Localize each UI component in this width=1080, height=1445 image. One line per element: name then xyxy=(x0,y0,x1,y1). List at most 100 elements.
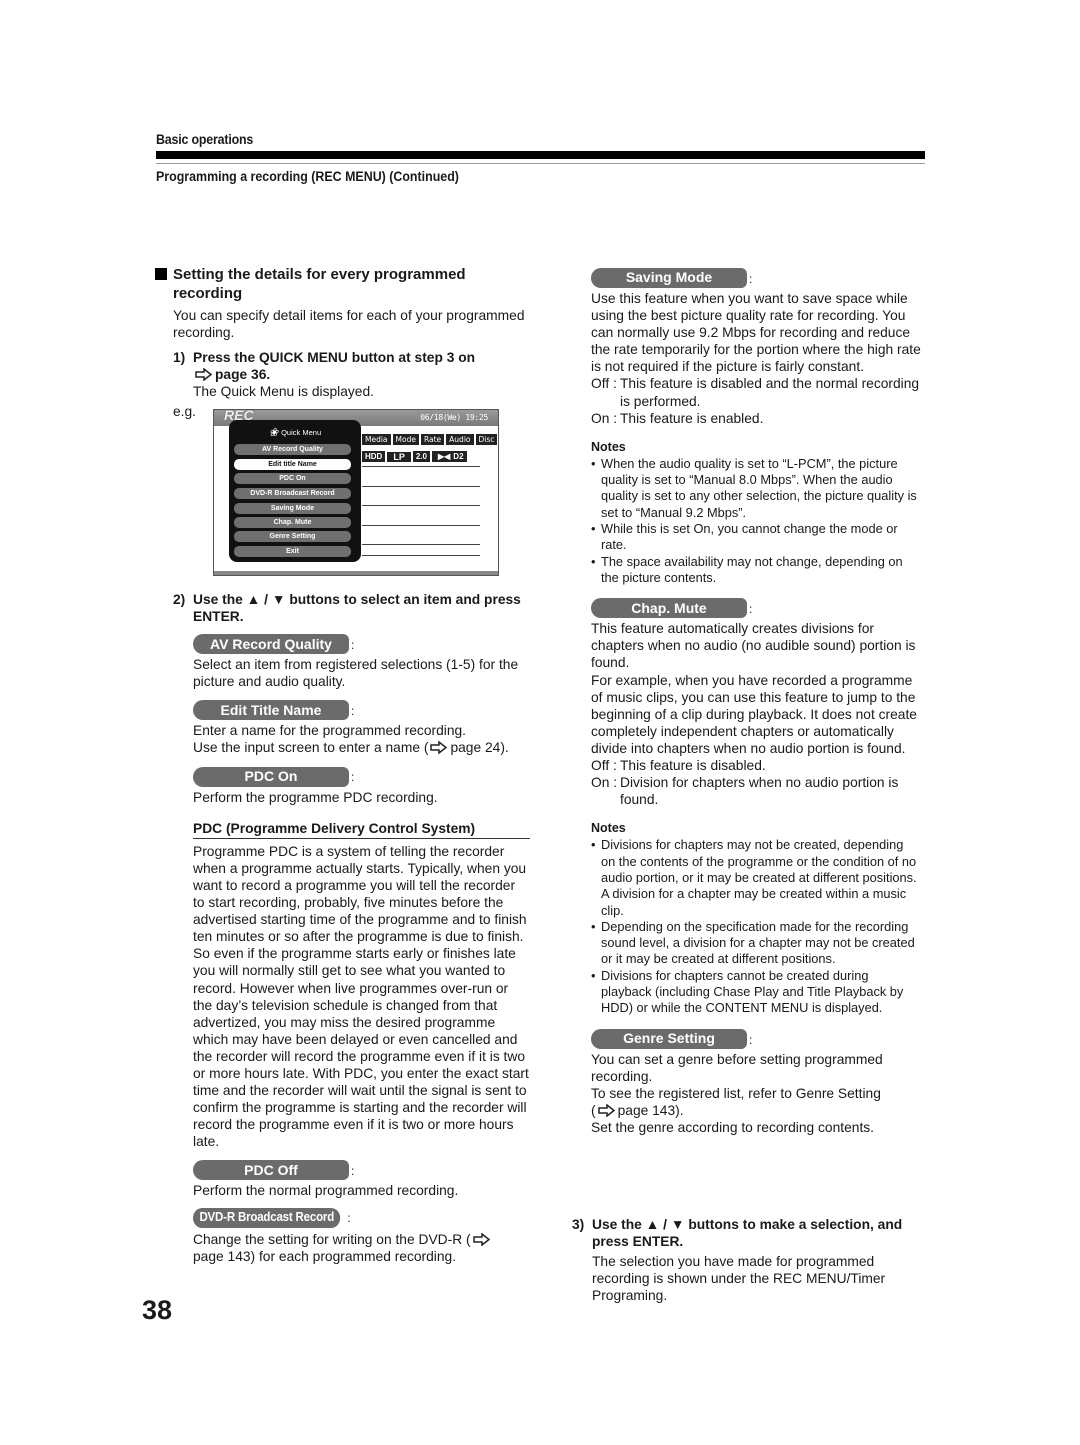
option-description: Use this feature when you want to save s… xyxy=(591,291,921,375)
value-text: Division for chapters when no audio port… xyxy=(620,775,899,808)
option-description: This feature automatically creates divis… xyxy=(591,621,916,671)
option-on-value: On : This feature is enabled. xyxy=(591,410,921,427)
value-text: This feature is disabled and the normal … xyxy=(620,376,920,409)
notes-title: Notes xyxy=(591,821,626,836)
option-off-value: Off : This feature is disabled and the no… xyxy=(591,375,921,409)
quick-menu-item-pdc-on[interactable]: PDC On xyxy=(234,473,351,484)
screen-row-line xyxy=(362,486,480,487)
option-on-value: On : Division for chapters when no audio … xyxy=(591,774,921,808)
step-1-text: Press the QUICK MENU button at step 3 on… xyxy=(193,349,475,383)
left-column-lower: 2) Use the ▲ / ▼ buttons to select an it… xyxy=(173,591,530,1265)
ref-prefix: ( xyxy=(591,1102,596,1118)
quick-menu-item-av-record-quality[interactable]: AV Record Quality xyxy=(234,444,351,455)
step-number: 2) xyxy=(173,592,186,607)
page-reference-arrow-icon xyxy=(472,1232,490,1246)
quick-menu-item-genre-setting[interactable]: Genre Setting xyxy=(234,531,351,542)
quick-menu-item-exit[interactable]: Exit xyxy=(234,546,351,557)
column-audio: Audio xyxy=(446,434,474,445)
option-genre-setting: Genre Setting: xyxy=(591,1028,921,1049)
colon: : xyxy=(347,1211,351,1226)
note-text: Divisions for chapters cannot be created… xyxy=(601,967,904,1016)
value-media: HDD xyxy=(362,451,386,462)
column-mode: Mode xyxy=(392,434,419,445)
option-description-ref: ( page 143). xyxy=(591,1102,921,1119)
bullet: • xyxy=(591,967,596,983)
colon: : xyxy=(749,602,753,617)
quick-menu-item-dvd-r-broadcast-record[interactable]: DVD-R Broadcast Record xyxy=(234,488,351,499)
bullet: • xyxy=(591,837,596,853)
value-key: On : xyxy=(591,775,618,791)
page-reference-link[interactable]: page 36. xyxy=(215,367,270,382)
note-text: Divisions for chapters may not be create… xyxy=(601,837,917,918)
screen-row-line xyxy=(362,505,480,506)
section-heading: Setting the details for every programmed… xyxy=(155,265,530,303)
quick-menu-item-chap-mute[interactable]: Chap. Mute xyxy=(234,517,351,528)
screen-row-line xyxy=(362,466,480,467)
option-description: Perform the normal programmed recording. xyxy=(193,1183,459,1199)
option-label-pill: AV Record Quality xyxy=(193,634,349,655)
value-key: On : xyxy=(591,410,618,426)
chap-mute-notes: Notes • Divisions for chapters may not be… xyxy=(591,820,921,1016)
value-text: This feature is disabled. xyxy=(620,757,766,773)
note-text: While this is set On, you cannot change … xyxy=(601,521,898,553)
option-label-pill: Edit Title Name xyxy=(193,700,349,721)
option-description: You can set a genre before setting progr… xyxy=(591,1051,883,1084)
option-label-pill: DVD-R Broadcast Record xyxy=(193,1207,341,1228)
quick-menu: ❀ Quick Menu AV Record Quality Edit title… xyxy=(229,420,361,562)
option-description: To see the registered list, refer to Gen… xyxy=(591,1085,881,1101)
quick-menu-item-edit-title-name[interactable]: Edit title Name xyxy=(234,459,351,470)
step-1-instruction: Press the QUICK MENU button at step 3 on xyxy=(193,350,476,366)
disc-value: D2 xyxy=(453,452,464,461)
header-thin-rule xyxy=(156,163,925,164)
note-item: • When the audio quality is set to “L-PCM… xyxy=(591,456,921,521)
intro-text: You can specify detail items for each of… xyxy=(173,308,525,341)
option-saving-mode: Saving Mode: xyxy=(591,268,921,288)
option-dvd-r-broadcast-record: DVD-R Broadcast Record: xyxy=(193,1207,530,1228)
colon: : xyxy=(749,271,753,286)
option-pdc-on: PDC On: xyxy=(193,766,530,787)
step-3-result: The selection you have made for programm… xyxy=(592,1254,886,1304)
note-item: • The space availability may not change, … xyxy=(591,554,921,587)
section-heading-text: Setting the details for every programmed… xyxy=(173,266,466,302)
saving-mode-notes: Notes • When the audio quality is set to … xyxy=(591,439,921,586)
option-off-value: Off : This feature is disabled. xyxy=(591,757,921,774)
page-reference-arrow-icon xyxy=(430,741,448,755)
step-number: 1) xyxy=(173,350,186,366)
option-description: Enter a name for the programmed recordin… xyxy=(193,723,467,739)
step-1: 1) Press the QUICK MENU button at step 3… xyxy=(155,349,530,383)
colon: : xyxy=(351,1164,355,1179)
colon: : xyxy=(351,638,355,653)
screen-datetime: 06/18(We) 19:25 xyxy=(420,413,488,422)
value-rate: 2.0 xyxy=(412,451,430,462)
page-reference-arrow-icon xyxy=(597,1103,615,1117)
value-mode: LP xyxy=(387,451,411,462)
column-media: Media xyxy=(362,434,391,445)
note-item: • Divisions for chapters cannot be create… xyxy=(591,968,921,1017)
bullet: • xyxy=(591,918,596,934)
screen-row-line xyxy=(362,544,480,545)
bullet: • xyxy=(591,553,596,569)
quick-menu-icon: ❀ xyxy=(268,427,279,439)
value-disc: ▶◀ D2 xyxy=(431,451,467,462)
pdc-system-heading: PDC (Programme Delivery Control System) xyxy=(193,820,530,839)
page-reference-arrow-icon xyxy=(195,368,213,382)
note-item: • Divisions for chapters may not be creat… xyxy=(591,837,921,918)
page-reference-link[interactable]: page 143) for each programmed recording. xyxy=(193,1249,456,1264)
option-description: Change the setting for writing on the DV… xyxy=(193,1231,530,1265)
page-reference-link[interactable]: page 24). xyxy=(450,740,508,755)
ref-prefix: Change the setting for writing on the DV… xyxy=(193,1231,471,1247)
page-reference-link[interactable]: page 143). xyxy=(618,1103,684,1118)
option-description: Perform the programme PDC recording. xyxy=(193,789,438,805)
screen-bottom-bar xyxy=(214,571,498,575)
option-description: Set the genre according to recording con… xyxy=(591,1119,875,1135)
subsection-label: Programming a recording (REC MENU) (Cont… xyxy=(156,169,459,184)
right-column: Saving Mode: Use this feature when you w… xyxy=(591,268,921,1136)
column-rate: Rate xyxy=(420,434,445,445)
option-av-record-quality: AV Record Quality: xyxy=(193,634,530,655)
quick-menu-item-saving-mode[interactable]: Saving Mode xyxy=(234,503,351,514)
screen-row-line xyxy=(362,525,480,526)
header-thick-rule xyxy=(156,151,925,159)
screen-column-headers: Media Mode Rate Audio Disc xyxy=(362,434,498,445)
disc-icon: ▶◀ xyxy=(434,451,454,462)
note-item: • Depending on the specification made for… xyxy=(591,919,921,968)
